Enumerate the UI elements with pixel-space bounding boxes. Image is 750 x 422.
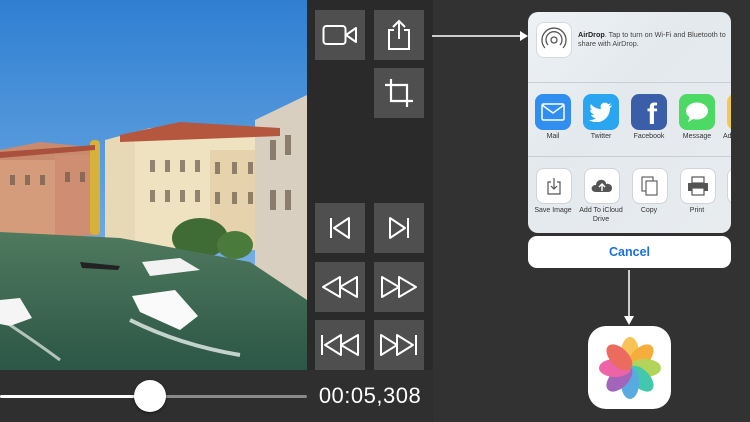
venice-canal-frame (0, 0, 307, 370)
airdrop-message: AirDrop. Tap to turn on Wi-Fi and Blueto… (578, 30, 728, 48)
video-preview[interactable] (0, 0, 307, 370)
scrubber-thumb[interactable] (134, 380, 166, 412)
partial-action-button[interactable] (727, 168, 731, 204)
save-image-label: Save Image (534, 207, 572, 214)
next-frame-button[interactable] (374, 203, 424, 253)
print-label: Print (689, 207, 705, 214)
skip-to-end-button[interactable] (374, 320, 424, 370)
icloud-upload-icon (591, 179, 612, 192)
print-button[interactable] (680, 168, 716, 204)
twitter-label: Twitter (590, 133, 612, 140)
airdrop-title: AirDrop (578, 30, 605, 39)
rewind-button[interactable] (315, 262, 365, 312)
record-button[interactable] (315, 10, 365, 60)
scrubber-remaining-track[interactable] (160, 395, 307, 398)
arrow-right-icon (432, 31, 528, 41)
previous-frame-button[interactable] (315, 203, 365, 253)
divider (528, 156, 731, 157)
scrubber-played-track[interactable] (0, 395, 140, 398)
share-sheet: AirDrop. Tap to turn on Wi-Fi and Blueto… (528, 12, 731, 233)
copy-button[interactable] (632, 168, 668, 204)
skip-to-start-icon (321, 334, 359, 356)
copy-icon (641, 176, 658, 196)
mail-app-button[interactable] (535, 94, 571, 130)
timecode-display: 00:05,308 (318, 383, 422, 408)
airdrop-icon[interactable] (536, 22, 572, 58)
facebook-label: Facebook (633, 133, 665, 140)
rewind-icon (322, 276, 358, 298)
share-button[interactable] (374, 10, 424, 60)
crop-button[interactable] (374, 68, 424, 118)
divider (528, 82, 731, 83)
message-app-button[interactable] (679, 94, 715, 130)
fast-forward-icon (381, 276, 417, 298)
save-image-button[interactable] (536, 168, 572, 204)
photos-flower-icon (598, 336, 661, 399)
step-backward-icon (330, 217, 350, 239)
twitter-app-button[interactable] (583, 94, 619, 130)
save-download-icon (547, 178, 561, 195)
crop-icon (385, 79, 413, 107)
photos-app-icon (588, 326, 671, 409)
add-to-icloud-drive-label: Add To iCloud Drive (579, 207, 623, 223)
add-to-icloud-drive-button[interactable] (584, 168, 620, 204)
fast-forward-button[interactable] (374, 262, 424, 312)
message-bubble-icon (686, 102, 708, 122)
skip-to-start-button[interactable] (315, 320, 365, 370)
cancel-button[interactable]: Cancel (528, 236, 731, 268)
arrow-down-icon (624, 270, 634, 325)
facebook-app-button[interactable]: f (631, 94, 667, 130)
skip-to-end-icon (380, 334, 417, 356)
partial-app-button[interactable] (727, 94, 731, 130)
facebook-f-icon: f (647, 98, 657, 131)
partial-app-label: Ad (723, 133, 731, 140)
mail-icon (541, 103, 565, 121)
twitter-bird-icon (589, 102, 612, 122)
share-icon (388, 19, 410, 50)
step-forward-icon (389, 217, 409, 239)
message-label: Message (682, 133, 712, 140)
printer-icon (688, 176, 708, 196)
copy-label: Copy (640, 207, 658, 214)
mail-label: Mail (546, 133, 560, 140)
video-camera-icon (322, 25, 357, 45)
